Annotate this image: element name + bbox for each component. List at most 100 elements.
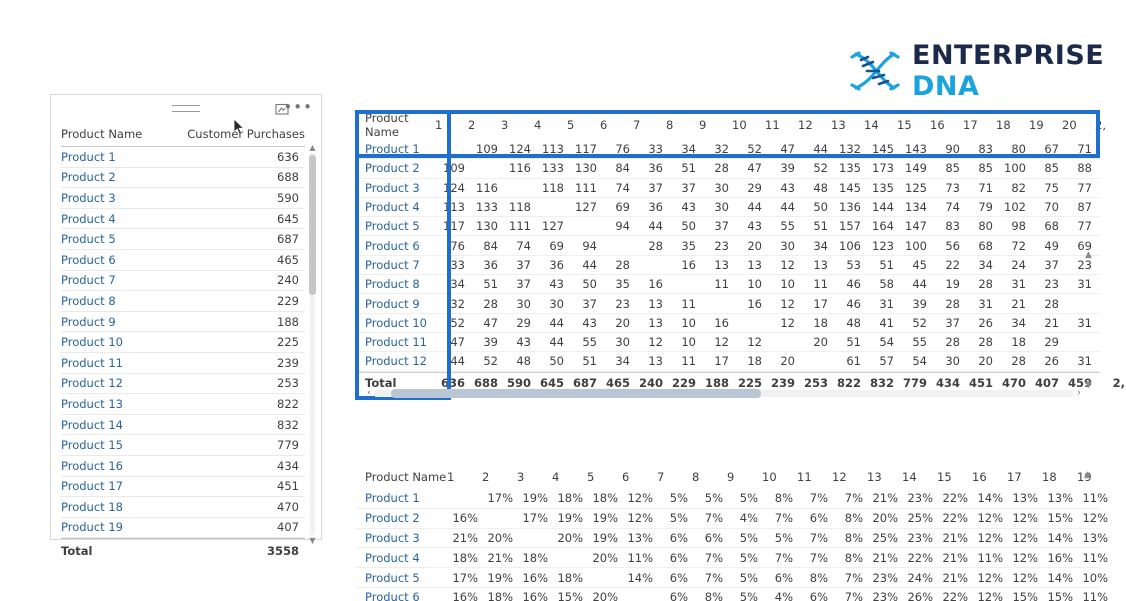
- product-name-cell[interactable]: Product 6: [61, 253, 181, 267]
- product-name-cell[interactable]: Product 4: [61, 212, 181, 226]
- product-name-cell[interactable]: Product 8: [61, 294, 181, 308]
- matrix-column-header[interactable]: 13: [831, 118, 864, 132]
- scroll-up-icon[interactable]: ▲: [1084, 470, 1094, 480]
- percent-matrix-row-header[interactable]: Product 3: [355, 531, 447, 545]
- product-pairs-matrix-visual[interactable]: Product Name 1 2 3 4 5 6 7 8 9 10 11 12 13 14 15 16 17 18…: [355, 110, 1125, 400]
- matrix-row-header[interactable]: Product 7: [355, 258, 435, 272]
- percent-matrix-column-header[interactable]: 8: [692, 470, 727, 484]
- left-col-customer-purchases[interactable]: Customer Purchases: [181, 127, 305, 141]
- left-table[interactable]: Product Name Customer Purchases Product …: [61, 125, 305, 561]
- percent-matrix-column-header[interactable]: 12: [832, 470, 867, 484]
- product-name-cell[interactable]: Product 11: [61, 356, 181, 370]
- matrix-column-headers[interactable]: Product Name 1 2 3 4 5 6 7 8 9 10 11 12 13 14 15 16 17 18…: [355, 110, 1106, 140]
- matrix-column-header[interactable]: 1: [435, 118, 468, 132]
- percent-matrix-row-header[interactable]: Product 5: [355, 571, 447, 585]
- table-row[interactable]: Product 12 253: [61, 374, 305, 395]
- matrix-column-header[interactable]: 20: [1062, 118, 1095, 132]
- matrix-row-header[interactable]: Product 11: [355, 335, 435, 349]
- left-table-header[interactable]: Product Name Customer Purchases: [61, 125, 305, 147]
- percent-matrix-column-header[interactable]: 6: [622, 470, 657, 484]
- percent-matrix-column-header[interactable]: 1: [447, 470, 482, 484]
- product-name-cell[interactable]: Product 17: [61, 479, 181, 493]
- matrix-corner-label[interactable]: Product Name: [355, 111, 435, 139]
- table-row[interactable]: Product 14 832: [61, 415, 305, 436]
- product-name-cell[interactable]: Product 9: [61, 315, 181, 329]
- matrix-column-header[interactable]: 12: [798, 118, 831, 132]
- percent-matrix-column-header[interactable]: 15: [937, 470, 972, 484]
- matrix-column-header[interactable]: 17: [963, 118, 996, 132]
- percent-matrix-row-header[interactable]: Product 1: [355, 491, 447, 505]
- matrix-column-header[interactable]: 19: [1029, 118, 1062, 132]
- matrix-column-header[interactable]: 18: [996, 118, 1029, 132]
- matrix-column-header[interactable]: 14: [864, 118, 897, 132]
- product-name-cell[interactable]: Product 3: [61, 191, 181, 205]
- percent-matrix-column-header[interactable]: 5: [587, 470, 622, 484]
- matrix-grid[interactable]: Product Name 1 2 3 4 5 6 7 8 9 10 11 12 13 14 15 16 17 18…: [355, 110, 1125, 393]
- percent-matrix-column-header[interactable]: 10: [762, 470, 797, 484]
- table-row[interactable]: Product 15 779: [61, 435, 305, 456]
- matrix-column-header[interactable]: 3: [501, 118, 534, 132]
- table-row[interactable]: Product 8 229: [61, 291, 305, 312]
- product-name-cell[interactable]: Product 18: [61, 500, 181, 514]
- table-row[interactable]: Product 16 434: [61, 456, 305, 477]
- scrollbar-thumb[interactable]: [309, 155, 316, 295]
- percent-matrix-column-header[interactable]: 11: [797, 470, 832, 484]
- more-options-icon[interactable]: •••: [283, 100, 313, 115]
- customer-purchases-table-visual[interactable]: ••• Product Name Customer Purchases Prod…: [50, 94, 322, 558]
- table-row[interactable]: Product 6 465: [61, 250, 305, 271]
- percent-matrix-column-headers[interactable]: Product Name 1 2 3 4 5 6 7 8 9 10 11 12 13 14 15 16 17 18…: [355, 465, 1100, 489]
- matrix-column-header[interactable]: 7: [633, 118, 666, 132]
- table-row[interactable]: Product 3 590: [61, 188, 305, 209]
- matrix-vertical-scrollbar[interactable]: ▲ ▼: [1085, 250, 1095, 390]
- matrix-column-header[interactable]: 8: [666, 118, 699, 132]
- matrix-column-header[interactable]: 6: [600, 118, 633, 132]
- percent-matrix-column-header[interactable]: 9: [727, 470, 762, 484]
- scroll-up-icon[interactable]: ▲: [308, 143, 317, 152]
- table-row[interactable]: Product 18 470: [61, 497, 305, 518]
- product-name-cell[interactable]: Product 16: [61, 459, 181, 473]
- percent-matrix-vertical-scrollbar[interactable]: ▲: [1084, 470, 1094, 490]
- percent-matrix-column-header[interactable]: 2: [482, 470, 517, 484]
- table-row[interactable]: Product 19 407: [61, 518, 305, 539]
- percent-matrix-column-header[interactable]: 4: [552, 470, 587, 484]
- matrix-column-header[interactable]: 4: [534, 118, 567, 132]
- matrix-column-header[interactable]: 9: [699, 118, 732, 132]
- matrix-row-header[interactable]: Product 1: [355, 142, 435, 156]
- scroll-left-icon[interactable]: ‹: [363, 387, 375, 400]
- table-row[interactable]: Product 11 239: [61, 353, 305, 374]
- matrix-column-header[interactable]: 2,: [1095, 118, 1126, 132]
- product-name-cell[interactable]: Product 10: [61, 335, 181, 349]
- percent-matrix-row-header[interactable]: Product 6: [355, 590, 447, 601]
- matrix-row-header[interactable]: Product 10: [355, 316, 435, 330]
- matrix-column-header[interactable]: 11: [765, 118, 798, 132]
- product-name-cell[interactable]: Product 2: [61, 170, 181, 184]
- scroll-down-icon[interactable]: ▼: [1085, 380, 1092, 390]
- matrix-row-header[interactable]: Product 12: [355, 354, 435, 368]
- table-row[interactable]: Product 10 225: [61, 332, 305, 353]
- matrix-row-header[interactable]: Product 5: [355, 219, 435, 233]
- table-row[interactable]: Product 13 822: [61, 394, 305, 415]
- matrix-row-header[interactable]: Product 2: [355, 161, 435, 175]
- percent-matrix-column-header[interactable]: 16: [972, 470, 1007, 484]
- table-row[interactable]: Product 2 688: [61, 168, 305, 189]
- matrix-horizontal-scrollbar[interactable]: ‹ ›: [363, 387, 1085, 400]
- product-name-cell[interactable]: Product 14: [61, 418, 181, 432]
- product-name-cell[interactable]: Product 19: [61, 520, 181, 534]
- percent-matrix-corner-label[interactable]: Product Name: [355, 470, 447, 484]
- percent-matrix-column-header[interactable]: 14: [902, 470, 937, 484]
- left-col-product-name[interactable]: Product Name: [61, 127, 181, 141]
- scroll-down-icon[interactable]: ▼: [308, 536, 317, 545]
- left-table-vertical-scrollbar[interactable]: ▲ ▼: [308, 143, 317, 545]
- product-name-cell[interactable]: Product 5: [61, 232, 181, 246]
- matrix-row-header[interactable]: Product 6: [355, 239, 435, 253]
- percent-matrix-column-header[interactable]: 13: [867, 470, 902, 484]
- matrix-column-header[interactable]: 5: [567, 118, 600, 132]
- percent-matrix-column-header[interactable]: 7: [657, 470, 692, 484]
- percent-matrix-row-header[interactable]: Product 2: [355, 511, 447, 525]
- matrix-column-header[interactable]: 2: [468, 118, 501, 132]
- table-row[interactable]: Product 1 636: [61, 147, 305, 168]
- percent-matrix-column-header[interactable]: 3: [517, 470, 552, 484]
- drag-handle-icon[interactable]: [172, 105, 200, 112]
- matrix-row-header[interactable]: Product 9: [355, 297, 435, 311]
- table-row[interactable]: Product 7 240: [61, 271, 305, 292]
